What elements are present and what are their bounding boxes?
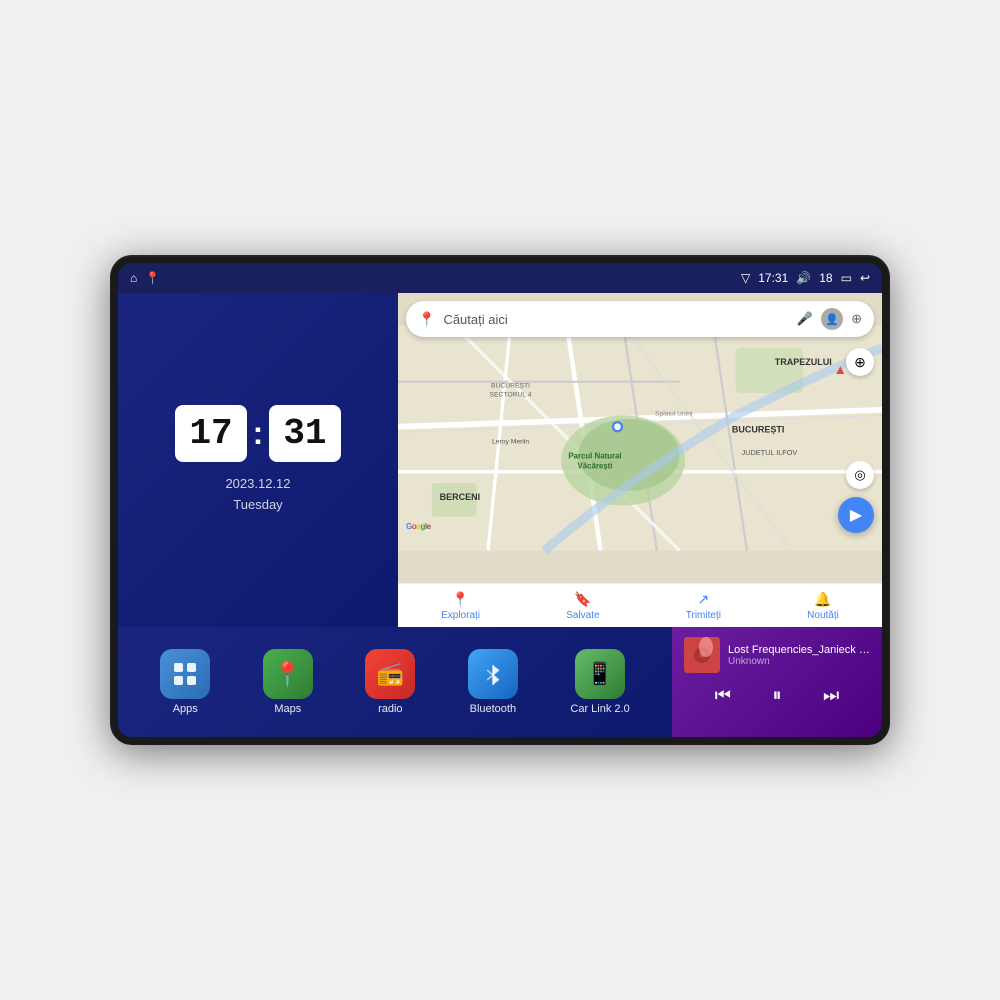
music-next-button[interactable]: ⏭ [815, 681, 847, 710]
svg-text:SECTORUL 4: SECTORUL 4 [490, 391, 532, 398]
status-left: ⌂ 📍 [130, 271, 160, 285]
music-prev-button[interactable]: ⏮ [707, 681, 739, 710]
carlink-icon: 📱 [575, 649, 625, 699]
map-panel[interactable]: 📍 Căutați aici 🎤 👤 ⊕ [398, 293, 882, 627]
radio-label: radio [378, 703, 402, 715]
svg-text:JUDEȚUL ILFOV: JUDEȚUL ILFOV [742, 448, 798, 457]
map-nav-bar: 📍 Explorați 🔖 Salvate ↗ Trimiteți 🔔 [398, 583, 882, 627]
bluetooth-label: Bluetooth [470, 703, 516, 715]
news-label: Noutăți [807, 610, 839, 621]
volume-icon: 🔊 [796, 271, 811, 285]
map-search-bar[interactable]: 📍 Căutați aici 🎤 👤 ⊕ [406, 301, 874, 337]
music-play-button[interactable]: ⏸ [765, 681, 790, 710]
maps-status-icon[interactable]: 📍 [145, 271, 160, 285]
device-screen: ⌂ 📍 ▽ 17:31 🔊 18 ▭ ↩ 17 : [118, 263, 882, 737]
back-icon[interactable]: ↩ [860, 271, 870, 285]
svg-text:BERCENI: BERCENI [440, 492, 481, 502]
music-title: Lost Frequencies_Janieck Devy-... [728, 644, 870, 656]
clock-display: 17 : 31 [175, 405, 340, 462]
apps-icon-svg [171, 660, 199, 688]
svg-text:Văcărești: Văcărești [577, 461, 612, 470]
clock-colon: : [253, 415, 264, 452]
news-icon: 🔔 [814, 591, 831, 608]
svg-text:Splaiul Unirii: Splaiul Unirii [655, 410, 693, 417]
apps-area: Apps 📍 Maps 📻 radio [118, 627, 672, 737]
music-artist: Unknown [728, 656, 870, 667]
map-nav-explore[interactable]: 📍 Explorați [429, 587, 492, 625]
apps-label: Apps [173, 703, 198, 715]
signal-icon: ▽ [741, 271, 750, 285]
apps-icon [160, 649, 210, 699]
app-item-bluetooth[interactable]: Bluetooth [468, 649, 518, 715]
clock-panel: 17 : 31 2023.12.12 Tuesday [118, 293, 398, 627]
clock-hour: 17 [175, 405, 246, 462]
map-navigate-fab[interactable]: ▶ [838, 497, 874, 533]
home-icon[interactable]: ⌂ [130, 271, 137, 285]
svg-text:BUCUREȘTI: BUCUREȘTI [491, 382, 530, 389]
mic-icon[interactable]: 🎤 [797, 311, 813, 327]
date-info: 2023.12.12 Tuesday [225, 474, 290, 516]
bluetooth-icon [468, 649, 518, 699]
map-search-placeholder: Căutați aici [443, 312, 788, 327]
music-thumbnail [684, 637, 720, 673]
svg-text:TRAPEZULUI: TRAPEZULUI [775, 357, 832, 367]
status-time: 17:31 [758, 271, 788, 285]
music-controls: ⏮ ⏸ ⏭ [684, 681, 870, 710]
status-right: ▽ 17:31 🔊 18 ▭ ↩ [741, 271, 870, 285]
share-label: Trimiteți [686, 610, 721, 621]
layers-icon[interactable]: ⊕ [851, 311, 862, 327]
map-nav-news[interactable]: 🔔 Noutăți [795, 587, 851, 625]
bottom-section: Apps 📍 Maps 📻 radio [118, 627, 882, 737]
svg-text:Parcul Natural: Parcul Natural [568, 451, 621, 460]
device-body: ⌂ 📍 ▽ 17:31 🔊 18 ▭ ↩ 17 : [110, 255, 890, 745]
music-meta: Lost Frequencies_Janieck Devy-... Unknow… [728, 644, 870, 667]
app-item-radio[interactable]: 📻 radio [365, 649, 415, 715]
svg-text:BUCUREȘTI: BUCUREȘTI [732, 424, 785, 434]
svg-text:Leroy Merlin: Leroy Merlin [492, 439, 529, 446]
date-text: 2023.12.12 [225, 474, 290, 495]
clock-minute: 31 [269, 405, 340, 462]
status-bar: ⌂ 📍 ▽ 17:31 🔊 18 ▭ ↩ [118, 263, 882, 293]
account-icon[interactable]: 👤 [821, 308, 843, 330]
map-nav-share[interactable]: ↗ Trimiteți [674, 587, 733, 625]
day-text: Tuesday [225, 495, 290, 516]
music-info: Lost Frequencies_Janieck Devy-... Unknow… [684, 637, 870, 673]
saved-label: Salvate [566, 610, 599, 621]
app-item-maps[interactable]: 📍 Maps [263, 649, 313, 715]
explore-icon: 📍 [452, 591, 469, 608]
bluetooth-icon-svg [480, 661, 506, 687]
map-search-icons: 🎤 👤 ⊕ [797, 308, 862, 330]
map-compass[interactable]: ⊕ [846, 348, 874, 376]
top-section: 17 : 31 2023.12.12 Tuesday 📍 Căutați aic… [118, 293, 882, 627]
music-art [684, 637, 720, 673]
share-icon: ↗ [697, 591, 709, 608]
carlink-label: Car Link 2.0 [570, 703, 629, 715]
music-player: Lost Frequencies_Janieck Devy-... Unknow… [672, 627, 882, 737]
main-content: 17 : 31 2023.12.12 Tuesday 📍 Căutați aic… [118, 293, 882, 737]
saved-icon: 🔖 [574, 591, 591, 608]
app-item-apps[interactable]: Apps [160, 649, 210, 715]
maps-label: Maps [274, 703, 301, 715]
maps-icon: 📍 [263, 649, 313, 699]
maps-pin-icon: 📍 [418, 311, 435, 328]
map-nav-saved[interactable]: 🔖 Salvate [554, 587, 611, 625]
app-item-carlink[interactable]: 📱 Car Link 2.0 [570, 649, 629, 715]
battery-icon: ▭ [841, 271, 852, 285]
explore-label: Explorați [441, 610, 480, 621]
map-location-button[interactable]: ◎ [846, 461, 874, 489]
svg-text:▲: ▲ [834, 362, 847, 377]
google-logo: Google [406, 522, 431, 531]
radio-icon: 📻 [365, 649, 415, 699]
volume-level: 18 [819, 271, 832, 285]
